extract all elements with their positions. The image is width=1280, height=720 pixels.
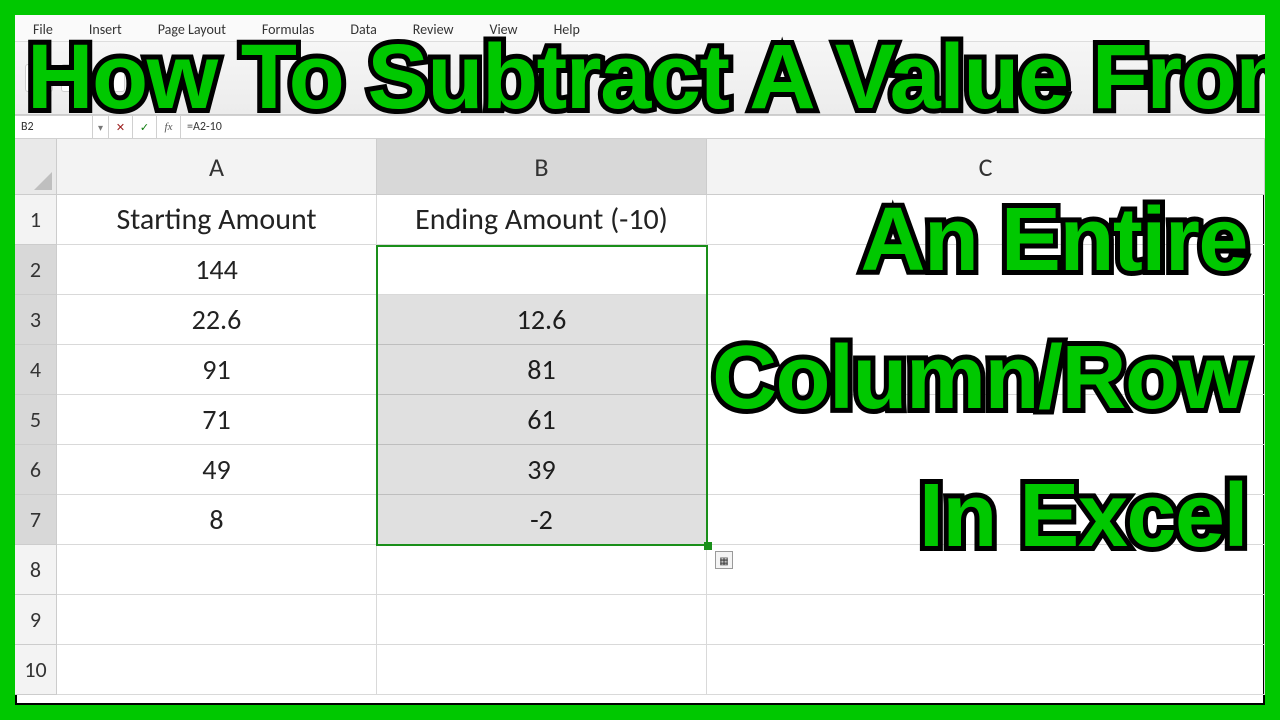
enter-icon[interactable]: ✓	[133, 116, 157, 138]
column-header-A[interactable]: A	[57, 139, 377, 194]
formula-bar: B2 ▾ ✕ ✓ fx =A2-10	[15, 115, 1265, 139]
menu-insert[interactable]: Insert	[89, 21, 122, 38]
row-header[interactable]: 4	[15, 345, 57, 395]
cell-C1[interactable]	[707, 195, 1265, 245]
cancel-icon[interactable]: ✕	[109, 116, 133, 138]
menu-file[interactable]: File	[33, 21, 53, 38]
menu-bar: File Insert Page Layout Formulas Data Re…	[15, 15, 1265, 41]
column-headers: A B C	[15, 139, 1265, 195]
cell-A4[interactable]: 91	[57, 345, 377, 395]
toolbar-button[interactable]	[97, 64, 125, 92]
cell-A9[interactable]	[57, 595, 377, 645]
menu-formulas[interactable]: Formulas	[262, 21, 314, 38]
cell-B9[interactable]	[377, 595, 707, 645]
cell-A5[interactable]: 71	[57, 395, 377, 445]
menu-help[interactable]: Help	[554, 21, 580, 38]
cell-C2[interactable]	[707, 245, 1265, 295]
cell-B5[interactable]: 61	[377, 395, 707, 445]
autofill-options-button[interactable]: ▦	[715, 551, 733, 569]
cell-B7[interactable]: -2	[377, 495, 707, 545]
name-box-dropdown-icon[interactable]: ▾	[93, 116, 109, 138]
menu-page-layout[interactable]: Page Layout	[158, 21, 226, 38]
cell-A7[interactable]: 8	[57, 495, 377, 545]
select-all-corner[interactable]	[15, 139, 57, 194]
row-header[interactable]: 10	[15, 645, 57, 695]
cell-C6[interactable]	[707, 445, 1265, 495]
toolbar-button[interactable]	[25, 64, 53, 92]
row-header[interactable]: 1	[15, 195, 57, 245]
cell-A3[interactable]: 22.6	[57, 295, 377, 345]
menu-data[interactable]: Data	[350, 21, 376, 38]
cell-C10[interactable]	[707, 645, 1265, 695]
toolbar-button[interactable]	[133, 64, 161, 92]
cell-C3[interactable]	[707, 295, 1265, 345]
cell-B10[interactable]	[377, 645, 707, 695]
column-header-C[interactable]: C	[707, 139, 1265, 194]
cell-C4[interactable]	[707, 345, 1265, 395]
cell-B2[interactable]: 134	[377, 245, 707, 295]
cell-A1[interactable]: Starting Amount	[57, 195, 377, 245]
cell-A8[interactable]	[57, 545, 377, 595]
cell-A2[interactable]: 144	[57, 245, 377, 295]
toolbar-button[interactable]	[61, 64, 89, 92]
row-header[interactable]: 9	[15, 595, 57, 645]
cell-B3[interactable]: 12.6	[377, 295, 707, 345]
cell-C7[interactable]	[707, 495, 1265, 545]
menu-review[interactable]: Review	[413, 21, 454, 38]
cell-B8[interactable]	[377, 545, 707, 595]
spreadsheet-grid: 1 Starting Amount Ending Amount (-10) 2 …	[15, 195, 1265, 695]
fx-icon[interactable]: fx	[157, 116, 181, 138]
row-header[interactable]: 8	[15, 545, 57, 595]
cell-C9[interactable]	[707, 595, 1265, 645]
ribbon-toolbar	[15, 41, 1265, 115]
formula-input[interactable]: =A2-10	[181, 116, 1265, 138]
row-header[interactable]: 6	[15, 445, 57, 495]
row-header[interactable]: 5	[15, 395, 57, 445]
cell-C8[interactable]	[707, 545, 1265, 595]
cell-A6[interactable]: 49	[57, 445, 377, 495]
cell-A10[interactable]	[57, 645, 377, 695]
cell-B1[interactable]: Ending Amount (-10)	[377, 195, 707, 245]
cell-B6[interactable]: 39	[377, 445, 707, 495]
cell-B4[interactable]: 81	[377, 345, 707, 395]
row-header[interactable]: 3	[15, 295, 57, 345]
menu-view[interactable]: View	[490, 21, 518, 38]
row-header[interactable]: 7	[15, 495, 57, 545]
app-frame: File Insert Page Layout Formulas Data Re…	[15, 15, 1265, 705]
name-box[interactable]: B2	[15, 116, 93, 138]
column-header-B[interactable]: B	[377, 139, 707, 194]
cell-C5[interactable]	[707, 395, 1265, 445]
row-header[interactable]: 2	[15, 245, 57, 295]
